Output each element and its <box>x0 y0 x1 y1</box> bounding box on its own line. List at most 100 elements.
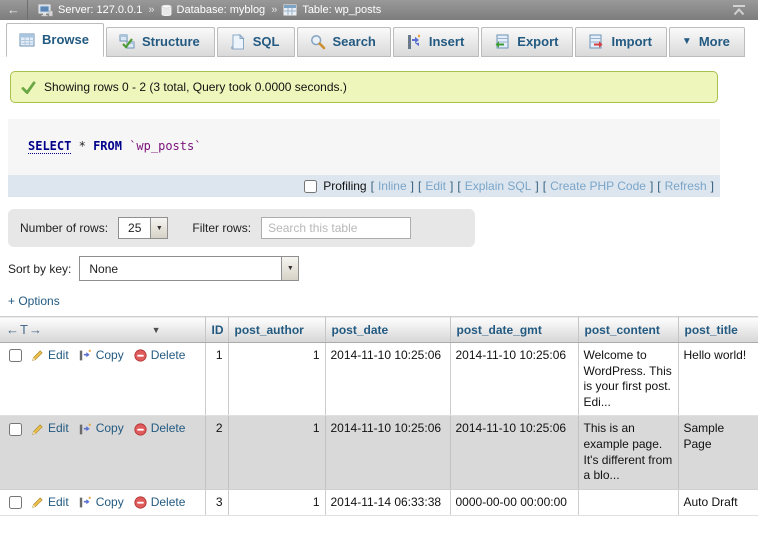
copy-link[interactable]: Copy <box>96 421 124 437</box>
database-icon <box>161 4 172 17</box>
success-message-text: Showing rows 0 - 2 (3 total, Query took … <box>44 80 347 94</box>
options-toggle-link[interactable]: + Options <box>8 294 60 308</box>
refresh-link[interactable]: Refresh <box>665 179 707 193</box>
column-header-post-date[interactable]: post_date <box>325 317 450 343</box>
breadcrumb-database-link[interactable]: Database: myblog <box>177 4 266 16</box>
search-icon <box>310 34 326 50</box>
bracket: [ <box>418 179 421 193</box>
row-actions-cell: Edit Copy Delete <box>0 416 205 489</box>
copy-icon <box>79 349 92 362</box>
number-of-rows-label: Number of rows: <box>20 221 108 235</box>
tab-structure[interactable]: Structure <box>106 27 215 57</box>
delete-link[interactable]: Delete <box>151 421 186 437</box>
sort-by-key-value: None <box>80 262 127 276</box>
cell-post-date: 2014-11-14 06:33:38 <box>325 489 450 516</box>
column-header-post-date-gmt[interactable]: post_date_gmt <box>450 317 578 343</box>
sort-by-key-select[interactable]: None ▼ <box>79 256 299 281</box>
column-toggle-left-arrow-icon[interactable]: ← <box>6 322 20 337</box>
copy-icon <box>79 423 92 436</box>
tab-label: Export <box>517 34 558 49</box>
bracket: [ <box>657 179 660 193</box>
delete-link[interactable]: Delete <box>151 495 186 511</box>
tab-insert[interactable]: Insert <box>393 27 479 57</box>
column-header-post-author[interactable]: post_author <box>228 317 325 343</box>
row-checkbox[interactable] <box>9 496 22 509</box>
filter-rows-input[interactable] <box>261 217 411 239</box>
row-actions-cell: Edit Copy Delete <box>0 343 205 416</box>
number-of-rows-value: 25 <box>119 221 150 235</box>
column-header-id[interactable]: ID <box>205 317 228 343</box>
tab-export[interactable]: Export <box>481 27 573 57</box>
chevron-down-icon: ▼ <box>150 218 167 238</box>
tab-browse[interactable]: Browse <box>6 23 104 57</box>
cell-id: 3 <box>205 489 228 516</box>
row-actions-cell: Edit Copy Delete <box>0 489 205 516</box>
chevron-down-icon: ▼ <box>281 257 298 280</box>
create-php-code-link[interactable]: Create PHP Code <box>550 179 646 193</box>
sort-by-key-row: Sort by key: None ▼ <box>8 256 758 281</box>
explain-sql-link[interactable]: Explain SQL <box>465 179 532 193</box>
table-row: Edit Copy Delete 3 1 2014-11-14 06:33:38… <box>0 489 758 516</box>
bracket: ] <box>411 179 414 193</box>
column-toggle-t-icon[interactable]: T <box>20 322 29 337</box>
pencil-icon <box>31 423 44 436</box>
cell-post-date-gmt: 0000-00-00 00:00:00 <box>450 489 578 516</box>
check-icon <box>21 81 36 94</box>
tab-import[interactable]: Import <box>575 27 666 57</box>
table-icon <box>283 4 297 16</box>
copy-link[interactable]: Copy <box>96 495 124 511</box>
profiling-checkbox[interactable] <box>304 180 317 193</box>
insert-icon <box>406 34 422 50</box>
bracket: [ <box>457 179 460 193</box>
delete-icon <box>134 423 147 436</box>
copy-link[interactable]: Copy <box>96 348 124 364</box>
cell-post-author: 1 <box>228 489 325 516</box>
tab-label: Insert <box>429 34 464 49</box>
bracket: ] <box>650 179 653 193</box>
number-of-rows-select[interactable]: 25 ▼ <box>118 217 168 239</box>
chevron-down-icon: ▼ <box>682 36 692 47</box>
table-row: Edit Copy Delete 1 1 2014-11-10 10:25:06… <box>0 343 758 416</box>
back-arrow-button[interactable]: ← <box>0 0 28 20</box>
breadcrumb-separator: » <box>271 4 277 16</box>
tab-label: Import <box>611 34 651 49</box>
edit-link[interactable]: Edit <box>48 421 69 437</box>
tab-bar: Browse Structure SQL Search Insert <box>0 20 758 57</box>
sort-by-key-label: Sort by key: <box>8 262 71 276</box>
edit-link[interactable]: Edit <box>48 495 69 511</box>
browse-icon <box>19 32 35 48</box>
delete-icon <box>134 349 147 362</box>
tab-search[interactable]: Search <box>297 27 391 57</box>
tab-more[interactable]: ▼ More <box>669 27 745 57</box>
row-checkbox[interactable] <box>9 423 22 436</box>
breadcrumb-table-link[interactable]: Table: wp_posts <box>302 4 381 16</box>
cell-post-date: 2014-11-10 10:25:06 <box>325 343 450 416</box>
inline-link[interactable]: Inline <box>378 179 407 193</box>
success-message: Showing rows 0 - 2 (3 total, Query took … <box>10 71 718 103</box>
cell-post-author: 1 <box>228 416 325 489</box>
cell-post-title: Sample Page <box>678 416 758 489</box>
breadcrumb-separator: » <box>148 4 154 16</box>
tab-label: Search <box>333 34 376 49</box>
cell-post-date: 2014-11-10 10:25:06 <box>325 416 450 489</box>
message-area: Showing rows 0 - 2 (3 total, Query took … <box>0 57 758 103</box>
header-dropdown-icon[interactable]: ▼ <box>152 325 161 335</box>
row-checkbox[interactable] <box>9 349 22 362</box>
tab-sql[interactable]: SQL <box>217 27 295 57</box>
tab-label: Browse <box>42 32 89 47</box>
sql-keyword-select[interactable]: SELECT <box>28 139 71 154</box>
delete-icon <box>134 496 147 509</box>
sql-star: * <box>79 139 86 153</box>
header-row: ←T→ ▼ ID post_author post_date post_date… <box>0 317 758 343</box>
column-header-post-content[interactable]: post_content <box>578 317 678 343</box>
pencil-icon <box>31 349 44 362</box>
edit-query-link[interactable]: Edit <box>425 179 446 193</box>
delete-link[interactable]: Delete <box>151 348 186 364</box>
column-header-post-title[interactable]: post_title <box>678 317 758 343</box>
filter-rows-label: Filter rows: <box>192 221 251 235</box>
breadcrumb-server-link[interactable]: Server: 127.0.0.1 <box>58 4 142 16</box>
column-toggle-right-arrow-icon[interactable]: → <box>29 322 43 337</box>
collapse-icon[interactable] <box>732 4 746 16</box>
server-icon <box>38 4 53 17</box>
edit-link[interactable]: Edit <box>48 348 69 364</box>
